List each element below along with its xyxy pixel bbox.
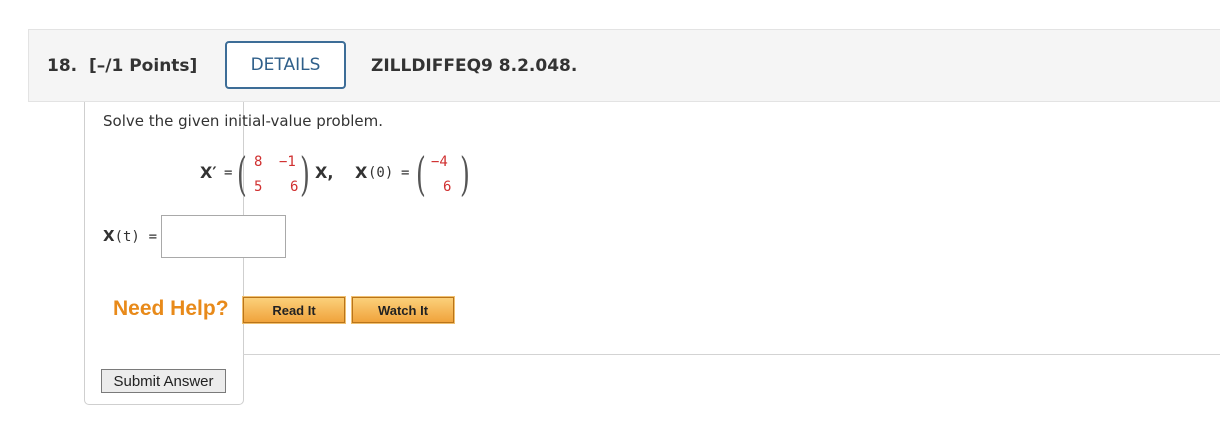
vector-left-paren: ( [416,147,426,201]
details-button[interactable]: DETAILS [225,41,346,89]
points-label: [–/1 Points] [89,56,198,76]
eq-equals: = [224,165,233,181]
watch-it-button[interactable]: Watch It [351,296,455,324]
matrix-left-paren: ( [237,147,247,201]
question-page: 18. [–/1 Points] DETAILS ZILLDIFFEQ9 8.2… [0,0,1220,428]
answer-label: X(t) = [103,227,157,245]
answer-label-eq: = [148,229,158,245]
section-divider [243,354,1220,355]
question-header: 18. [–/1 Points] DETAILS ZILLDIFFEQ9 8.2… [28,29,1220,102]
ic-equals: = [401,165,410,181]
problem-prompt: Solve the given initial-value problem. [103,112,384,130]
ic-label: X [355,163,368,182]
eq-lhs: X′ [200,163,217,182]
vector-v1: −4 [431,154,448,170]
ic-arg: (0) [368,165,394,181]
matrix-a12: −1 [279,154,296,170]
vector-v2: 6 [443,179,452,195]
answer-input[interactable] [161,215,286,258]
eq-rhs-var: X, [315,163,334,182]
question-number: 18. [47,56,78,76]
answer-label-var: X [103,227,115,245]
matrix-a21: 5 [254,179,263,195]
answer-label-arg: (t) [114,229,140,245]
matrix-a22: 6 [290,179,299,195]
matrix-right-paren: ) [300,147,310,201]
read-it-button[interactable]: Read It [242,296,346,324]
submit-answer-button[interactable]: Submit Answer [101,369,226,393]
need-help-label: Need Help? [113,297,229,320]
question-id: ZILLDIFFEQ9 8.2.048. [371,56,578,76]
vector-right-paren: ) [460,147,470,201]
matrix-a11: 8 [254,154,263,170]
